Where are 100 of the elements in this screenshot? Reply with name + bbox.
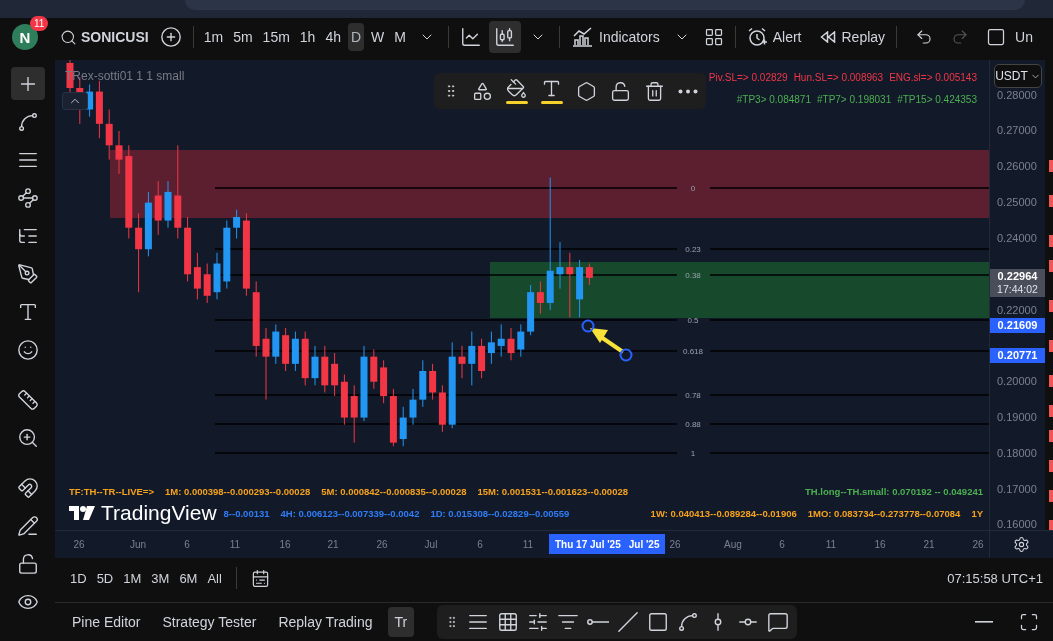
grid-icon [703, 27, 724, 47]
toolbar-label: Un [1015, 29, 1033, 45]
minimize-button[interactable] [975, 620, 993, 623]
trend-line-icon [16, 110, 39, 133]
fib-level-label: 1 [690, 449, 696, 458]
date-label: 26 [376, 539, 388, 550]
date-label: 11 [825, 539, 837, 550]
info-text: TF:TH--TR--LIVE=> [69, 486, 154, 497]
crosshair-date-label: Thu 17 Jul '25 Jul '25 [549, 534, 666, 554]
anchor-handle[interactable] [581, 319, 595, 333]
candle [203, 263, 211, 304]
price-label: 0.18000 [997, 447, 1037, 459]
candlestick-icon [494, 26, 516, 48]
candle [507, 327, 515, 361]
candle [301, 331, 309, 386]
fib-level-label: 0.78 [685, 391, 701, 400]
interval-button[interactable]: 1h [296, 23, 319, 51]
range-button[interactable]: All [207, 570, 222, 586]
interval-button[interactable]: D [348, 23, 365, 51]
chart-area[interactable] [55, 60, 989, 530]
stop-level-text: Piv.SL=> 0.02829 [708, 72, 788, 83]
fib-level-label: 0.38 [685, 271, 701, 280]
date-label: 21 [923, 539, 935, 550]
fib-level-label: 0.88 [685, 420, 701, 429]
maximize-button[interactable] [1019, 611, 1039, 632]
rewind-icon [819, 31, 836, 43]
magnet-icon [16, 476, 39, 499]
price-axis[interactable]: 0.28000 0.27000 0.26000 0.25000 0.24000 0.22000 0.20000 0.19000 0.18000 0.17000 0.16000 USDT 0.22964 17:44:02 0.21609 0.20771 [989, 60, 1045, 530]
candle [350, 384, 358, 444]
interval-button[interactable]: 4h [322, 23, 344, 51]
arrow [590, 328, 625, 354]
trend-line-icon [617, 610, 639, 633]
interval-button[interactable]: W [368, 23, 388, 51]
settings-icon [1013, 536, 1030, 554]
info-text: 1W: 0.040413--0.089284--0.01906 [650, 507, 797, 519]
interval-button[interactable]: M [391, 23, 409, 51]
price-label: 0.17000 [997, 483, 1037, 495]
panel-tab[interactable]: Tr [387, 606, 415, 637]
chart-type-button[interactable] [489, 21, 521, 53]
indicators-button[interactable]: Indicators [566, 21, 665, 53]
candle [566, 252, 574, 318]
info-text: 8--0.00131 [223, 507, 270, 519]
replay-button[interactable]: Replay [814, 21, 891, 53]
lock-icon [16, 552, 39, 575]
anchor-handle[interactable] [619, 348, 633, 362]
drawing-tool-button[interactable] [10, 67, 45, 100]
price-marker: 0.21609 [990, 318, 1045, 333]
date-label: Jul [424, 539, 438, 550]
info-text: 1M: 0.000398--0.000293--0.00028 [164, 486, 311, 497]
price-label: 0.19000 [997, 411, 1037, 423]
ray-icon [587, 618, 609, 625]
price-label: 0.24000 [997, 232, 1037, 244]
settings-icon [575, 80, 597, 102]
alarm-clock-icon [746, 27, 767, 47]
target-text: #TP3> 0.084871 [736, 94, 811, 105]
info-text: 1Y [971, 507, 983, 519]
more-icon [677, 88, 698, 94]
undo-icon [915, 28, 934, 46]
panel-tab[interactable]: Strategy Tester [155, 606, 264, 637]
date-range-button[interactable] [250, 568, 270, 588]
stop-level-text: ENG.sl=> 0.005143 [889, 72, 977, 83]
fib-level-label: 0 [690, 184, 696, 193]
maximize-icon [1019, 611, 1039, 632]
fib-level-label: 0.618 [683, 347, 703, 356]
interval-button[interactable]: 15m [259, 23, 293, 51]
symbol-search-button[interactable]: SONICUSI [56, 28, 153, 46]
square-icon [986, 27, 1007, 47]
indicators-icon [571, 27, 593, 47]
collapse-button[interactable] [62, 92, 88, 110]
range-button[interactable]: 3M [151, 570, 170, 586]
target-text: #TP7> 0.198031 [816, 94, 892, 105]
range-button[interactable]: 1D [70, 570, 87, 586]
panel-tab[interactable]: Pine Editor [65, 606, 148, 637]
date-label: 21 [327, 539, 339, 550]
paint-bucket-icon [506, 78, 527, 99]
price-label: 0.20000 [997, 375, 1037, 387]
chart-settings-button[interactable] [1013, 536, 1030, 554]
lock-icon [609, 80, 631, 102]
alert-button[interactable]: Alert [741, 21, 807, 53]
logo-icon [69, 506, 95, 520]
date-label: 26 [972, 539, 984, 550]
notification-badge: 11 [30, 16, 49, 31]
interval-button[interactable]: 5m [230, 23, 256, 51]
candle [517, 323, 525, 358]
price-label: 0.26000 [997, 160, 1037, 172]
currency-dropdown[interactable]: USDT [994, 64, 1042, 88]
range-button[interactable]: 6M [179, 570, 198, 586]
range-button[interactable]: 5D [96, 570, 114, 586]
interval-button[interactable]: 1m [200, 23, 227, 51]
range-button[interactable]: 1M [123, 570, 142, 586]
info-text: TH.long--TH.small: 0.070192 -- 0.049241 [805, 486, 983, 497]
date-label: 16 [874, 539, 886, 550]
candle [409, 388, 417, 426]
date-label: 6 [184, 539, 190, 550]
date-label: 16 [279, 539, 291, 550]
fib-level-label: 0.23 [685, 245, 701, 254]
candle [164, 180, 172, 229]
panel-tab[interactable]: Replay Trading [271, 606, 380, 637]
price-label: 0.27000 [997, 124, 1037, 136]
pen-icon [16, 262, 39, 285]
